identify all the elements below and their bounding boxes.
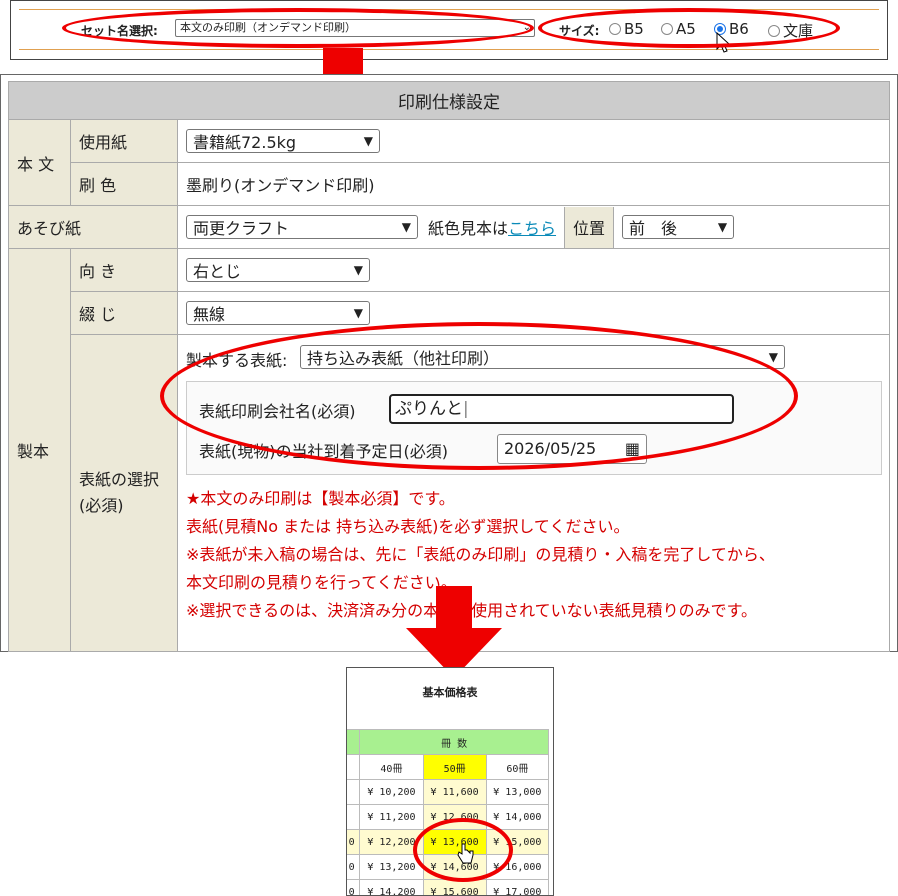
- chevron-down-icon: ▼: [353, 306, 363, 320]
- chevron-down-icon: ▼: [363, 134, 373, 148]
- table-row: ¥ 11,200 ¥ 12,600 ¥ 14,000: [347, 804, 550, 830]
- binding-label: 綴 じ: [70, 291, 178, 335]
- company-input[interactable]: ぷりんと|: [389, 394, 734, 424]
- asobi-label: あそび紙: [8, 205, 178, 249]
- qty-header: 冊 数: [359, 729, 549, 755]
- paper-label: 使用紙: [70, 119, 178, 163]
- position-select[interactable]: 前 後 ▼: [622, 215, 735, 239]
- arrival-label: 表紙(現物)の当社到着予定日(必須): [199, 442, 448, 461]
- company-label: 表紙印刷会社名(必須): [199, 402, 356, 421]
- price-cell: ¥ 14,000: [485, 804, 550, 830]
- table-row: ¥ 10,200 ¥ 11,600 ¥ 13,000: [347, 779, 550, 805]
- binding-value: 無線: [193, 305, 226, 324]
- size-label: サイズ:: [559, 24, 600, 38]
- position-value: 前 後: [629, 219, 678, 238]
- ink-label: 刷 色: [70, 162, 178, 206]
- col-header: 60冊: [485, 754, 550, 780]
- price-cell: ¥ 12,200: [359, 829, 424, 855]
- direction-value: 右とじ: [193, 262, 242, 281]
- note-line: ※表紙が未入稿の場合は、先に「表紙のみ印刷」の見積り・入稿を完了してから、: [186, 545, 775, 564]
- price-cell: ¥ 14,200: [359, 879, 424, 895]
- cover-select-label: 製本する表紙:: [186, 351, 288, 370]
- chevron-down-icon: ▼: [401, 220, 411, 234]
- position-label: 位置: [564, 206, 615, 248]
- cover-value: 持ち込み表紙（他社印刷）: [307, 349, 500, 368]
- set-selection-bar: セット名選択: 本文のみ印刷（オンデマンド印刷） ⌄ サイズ: B5 A5 B6…: [10, 0, 888, 60]
- note-line: ★本文のみ印刷は【製本必須】です。: [186, 489, 455, 508]
- price-cell: ¥ 11,200: [359, 804, 424, 830]
- print-spec-panel: 印刷仕様設定 本 文 使用紙 書籍紙72.5kg ▼ 刷 色 墨刷り(オンデマンド…: [0, 74, 898, 652]
- ink-value: 墨刷り(オンデマンド印刷): [177, 162, 890, 206]
- price-cell: ¥ 13,000: [485, 779, 550, 805]
- hand-cursor-icon: [457, 843, 474, 864]
- price-cell: ¥ 16,000: [485, 854, 550, 880]
- price-cell: ¥ 10,200: [359, 779, 424, 805]
- size-option-label: B5: [624, 20, 644, 38]
- cover-label-line: 表紙の選択: [79, 470, 160, 489]
- col-header: 50冊: [422, 754, 487, 780]
- size-radio-a5[interactable]: A5: [661, 20, 696, 38]
- radio-icon: [661, 23, 673, 35]
- text-cursor-icon: |: [463, 399, 469, 419]
- direction-select[interactable]: 右とじ ▼: [186, 258, 370, 282]
- set-name-value: 本文のみ印刷（オンデマンド印刷）: [180, 21, 356, 34]
- size-option-label: 文庫: [783, 22, 814, 40]
- direction-label: 向 き: [70, 248, 178, 292]
- cover-label-line: (必須): [79, 496, 124, 515]
- table-row: 0 ¥ 13,200 ¥ 14,600 ¥ 16,000: [347, 854, 550, 880]
- company-value: ぷりんと: [395, 399, 463, 419]
- price-cell-selected[interactable]: ¥ 13,600: [422, 829, 487, 855]
- price-table-panel: 基本価格表 冊 数 40冊 50冊 60冊 ¥ 10,200 ¥ 11,600 ¥ …: [346, 667, 554, 896]
- price-cell: ¥ 11,600: [422, 779, 487, 805]
- price-cell: ¥ 15,600: [422, 879, 487, 895]
- divider: [19, 9, 879, 10]
- swatch-text: 紙色見本は: [428, 219, 509, 238]
- asobi-select[interactable]: 両更クラフト ▼: [186, 215, 418, 239]
- seihon-label: 製本: [8, 248, 71, 652]
- honbun-label: 本 文: [8, 119, 71, 206]
- size-radio-bunko[interactable]: 文庫: [768, 20, 813, 41]
- price-table: 冊 数 40冊 50冊 60冊 ¥ 10,200 ¥ 11,600 ¥ 13,000…: [347, 729, 550, 895]
- price-title: 基本価格表: [422, 686, 478, 699]
- swatch-link[interactable]: こちら: [508, 215, 556, 239]
- mouse-cursor-icon: [716, 32, 731, 53]
- price-cell: ¥ 15,000: [485, 829, 550, 855]
- radio-icon: [768, 24, 780, 37]
- asobi-value: 両更クラフト: [193, 219, 290, 238]
- table-row: 0 ¥ 12,200 ¥ 13,600 ¥ 15,000: [347, 829, 550, 855]
- chevron-down-icon: ▼: [768, 350, 778, 364]
- arrival-date-input[interactable]: 2026/05/25 ▦: [497, 434, 647, 464]
- size-option-label: A5: [676, 20, 696, 38]
- price-cell: ¥ 14,600: [422, 854, 487, 880]
- set-name-select[interactable]: 本文のみ印刷（オンデマンド印刷） ⌄: [175, 19, 535, 37]
- chevron-down-icon: ▼: [353, 263, 363, 277]
- paper-select[interactable]: 書籍紙72.5kg ▼: [186, 129, 380, 153]
- arrival-value: 2026/05/25: [504, 439, 597, 458]
- col-header: 40冊: [359, 754, 424, 780]
- binding-select[interactable]: 無線 ▼: [186, 301, 370, 325]
- divider: [19, 49, 879, 50]
- down-arrow-icon: [406, 586, 502, 678]
- cover-select[interactable]: 持ち込み表紙（他社印刷） ▼: [300, 345, 785, 369]
- cover-label: 表紙の選択 (必須): [70, 334, 178, 652]
- cover-detail-box: 表紙印刷会社名(必須) ぷりんと| 表紙(現物)の当社到着予定日(必須) 202…: [186, 381, 882, 475]
- price-cell: ¥ 13,200: [359, 854, 424, 880]
- radio-icon: [609, 23, 621, 35]
- chevron-down-icon: ▼: [717, 220, 728, 234]
- calendar-icon[interactable]: ▦: [625, 435, 640, 463]
- table-row: 0 ¥ 14,200 ¥ 15,600 ¥ 17,000: [347, 879, 550, 895]
- note-line: 表紙(見積No または 持ち込み表紙)を必ず選択してください。: [186, 517, 630, 536]
- price-cell: ¥ 12,600: [422, 804, 487, 830]
- spec-title: 印刷仕様設定: [8, 81, 890, 120]
- price-cell: ¥ 17,000: [485, 879, 550, 895]
- paper-value: 書籍紙72.5kg: [193, 133, 297, 152]
- chevron-down-icon: ⌄: [522, 22, 531, 33]
- set-name-label: セット名選択:: [81, 24, 158, 38]
- size-radio-b5[interactable]: B5: [609, 20, 644, 38]
